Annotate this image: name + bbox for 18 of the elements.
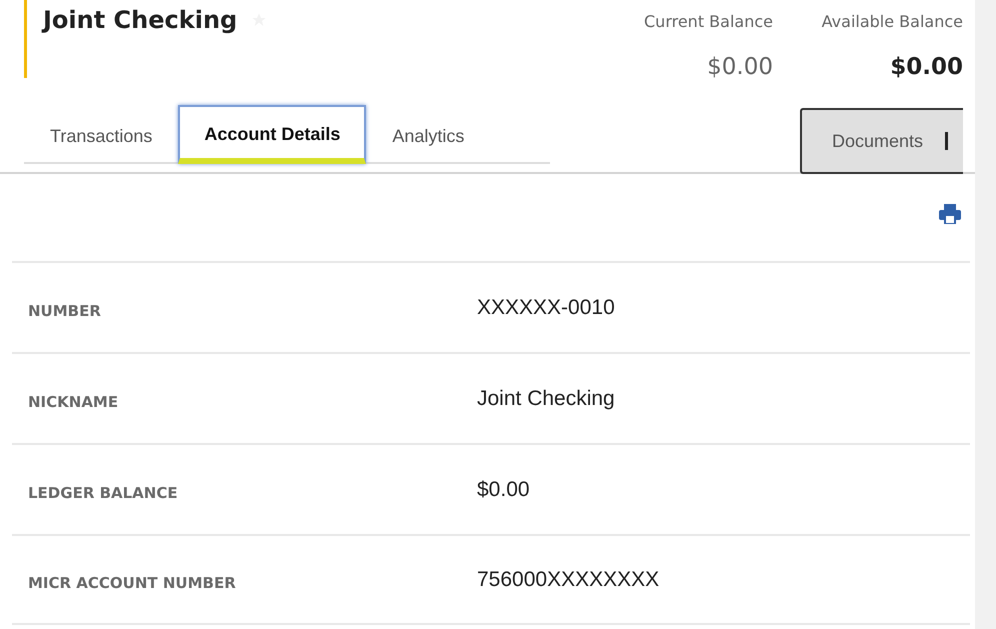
detail-label: LEDGER BALANCE	[27, 483, 179, 504]
tab[interactable]: Analytics	[366, 107, 490, 162]
balance-amount: $0.00	[890, 53, 963, 82]
balance-label: Current Balance	[644, 11, 773, 33]
detail-value: Joint Checking	[477, 386, 615, 412]
detail-label: NICKNAME	[27, 392, 120, 414]
detail-value: 756000XXXXXXXX	[477, 566, 660, 593]
print-icon[interactable]	[939, 204, 961, 224]
detail-label: NUMBER	[27, 301, 102, 322]
detail-value: XXXXXX-0010	[477, 294, 615, 321]
documents-button[interactable]: Documents	[800, 108, 963, 174]
balance-amount: $0.00	[707, 53, 773, 82]
detail-label: MICR ACCOUNT NUMBER	[27, 573, 237, 594]
account-title: Joint Checking	[43, 6, 238, 35]
balance-label: Available Balance	[822, 11, 963, 33]
detail-value: $0.00	[477, 476, 530, 503]
tab[interactable]: Transactions	[24, 107, 178, 162]
tab[interactable]: Account Details	[178, 105, 366, 164]
